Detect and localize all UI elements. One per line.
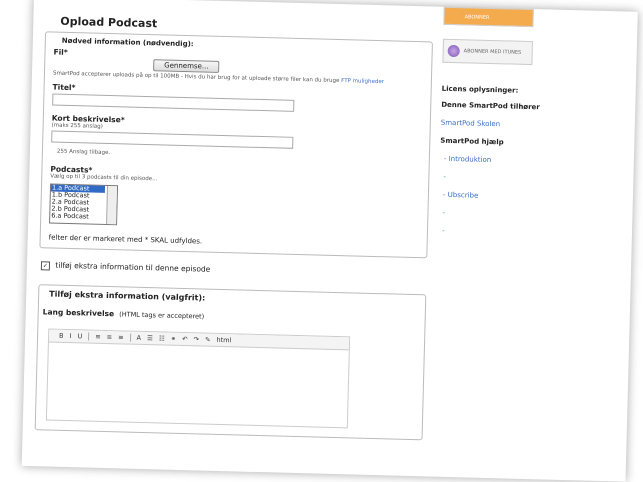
rss-subscribe-badge[interactable]: ABONNER bbox=[443, 6, 534, 28]
browse-button[interactable]: Gennemse... bbox=[153, 59, 220, 73]
redo-icon[interactable]: ↷ bbox=[193, 335, 199, 343]
underline-button[interactable]: U bbox=[77, 332, 82, 340]
upload-form: Opload Podcast Nødved information (nødve… bbox=[34, 2, 434, 441]
help-links: - Introduktion - - Ubscribe - - bbox=[438, 155, 620, 240]
help-link[interactable]: - bbox=[443, 173, 619, 186]
itunes-badge-label: ABONNER MED ITUNES bbox=[463, 48, 522, 56]
long-desc-hint: (HTML tags er accepteret) bbox=[119, 310, 205, 321]
required-note: felter der er markeret med * SKAL udfyld… bbox=[48, 233, 203, 246]
extra-info-label: tilføj ekstra information til denne epis… bbox=[55, 260, 211, 274]
numbered-list-icon[interactable]: ☷ bbox=[159, 334, 165, 342]
toolbar-divider bbox=[88, 332, 90, 341]
html-button[interactable]: html bbox=[216, 336, 231, 344]
align-right-icon[interactable]: ≡ bbox=[118, 333, 124, 341]
ftp-link[interactable]: FTP muligheder bbox=[341, 78, 384, 85]
bullet-list-icon[interactable]: ☰ bbox=[147, 334, 153, 342]
long-desc-editor[interactable]: B I U ≡ ≡ ≡ A ☰ ☷ ⚭ ↶ ↷ ✎ html bbox=[45, 328, 351, 429]
help-link[interactable]: - Introduktion bbox=[444, 155, 620, 168]
italic-button[interactable]: I bbox=[69, 332, 71, 340]
bold-button[interactable]: B bbox=[59, 332, 64, 340]
help-heading: SmartPod hjælp bbox=[440, 136, 504, 147]
page: Opload Podcast Nødved information (nødve… bbox=[21, 0, 638, 482]
school-link[interactable]: SmartPod Skolen bbox=[441, 119, 621, 132]
checkbox-checked-icon[interactable]: ✓ bbox=[40, 261, 51, 271]
sidebar: ABONNER ABONNER MED ITUNES Licens oplysn… bbox=[438, 6, 624, 250]
optional-section: Tilføj ekstra information (valgfrit): La… bbox=[34, 284, 427, 441]
link-icon[interactable]: ⚭ bbox=[171, 335, 177, 343]
license-heading: Licens oplysninger: bbox=[441, 84, 519, 95]
chars-left: 255 Anslag tilbage. bbox=[56, 148, 111, 157]
required-section: Nødved information (nødvendig): Fil* Gen… bbox=[39, 31, 433, 259]
editor-toolbar: B I U ≡ ≡ ≡ A ☰ ☷ ⚭ ↶ ↷ ✎ html bbox=[48, 329, 350, 351]
help-link[interactable]: - bbox=[442, 209, 618, 222]
listbox-scrollbar[interactable] bbox=[106, 185, 118, 225]
help-link[interactable]: - Ubscribe bbox=[443, 191, 619, 204]
itunes-subscribe-badge[interactable]: ABONNER MED ITUNES bbox=[442, 38, 533, 66]
cleanup-icon[interactable]: ✎ bbox=[205, 336, 211, 344]
long-desc-label: Lang beskrivelse bbox=[42, 307, 115, 319]
itunes-icon bbox=[447, 44, 460, 58]
undo-icon[interactable]: ↶ bbox=[182, 335, 188, 343]
font-color-icon[interactable]: A bbox=[136, 334, 141, 342]
podcast-select[interactable]: 1.a Podcast 1.b Podcast 2.a Podcast 2.b … bbox=[49, 183, 119, 226]
owner-text: Denne SmartPod tilhører bbox=[441, 100, 540, 112]
help-link[interactable]: - bbox=[442, 227, 618, 240]
align-left-icon[interactable]: ≡ bbox=[95, 333, 101, 341]
toolbar-divider bbox=[129, 333, 131, 342]
align-center-icon[interactable]: ≡ bbox=[107, 333, 113, 341]
extra-info-toggle[interactable]: ✓ tilføj ekstra information til denne ep… bbox=[40, 260, 427, 280]
